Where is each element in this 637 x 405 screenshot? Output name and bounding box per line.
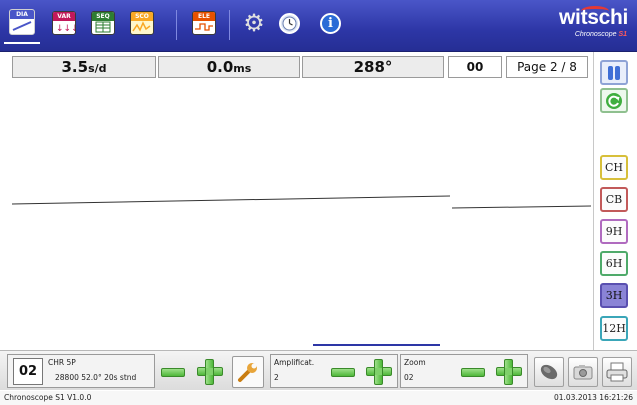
speaker-icon	[540, 364, 558, 380]
pause-icon	[608, 65, 620, 80]
beat-error-readout: 0.0ms	[158, 56, 300, 78]
beat-error-value: 0.0	[206, 58, 234, 76]
rate-value: 3.5	[61, 58, 89, 76]
trace-segment	[12, 195, 451, 205]
index-readout: 00	[448, 56, 502, 78]
beat-error-unit: ms	[233, 62, 252, 75]
minus-icon	[331, 367, 355, 377]
program-previous-button[interactable]	[160, 359, 186, 385]
refresh-icon	[606, 92, 622, 109]
page-indicator[interactable]: Page 2 / 8	[506, 56, 588, 78]
amplification-value: 2	[274, 373, 279, 382]
rate-readout: 3.5s/d	[12, 56, 156, 78]
zoom-value: 02	[404, 373, 414, 382]
sco-mode-button[interactable]: SCO	[130, 11, 154, 35]
program-number: 02	[13, 358, 43, 385]
program-next-button[interactable]	[197, 359, 223, 385]
variation-icon: ↓↓↓	[56, 24, 75, 33]
electronic-icon	[195, 23, 213, 31]
minus-icon	[461, 367, 485, 377]
restart-button[interactable]	[600, 88, 628, 113]
brand-sub-model: S1	[618, 31, 627, 38]
screenshot-button[interactable]	[568, 357, 598, 387]
seq-mode-button[interactable]: SEQ	[91, 11, 115, 35]
diagram-icon	[12, 21, 32, 31]
trace-segment	[451, 205, 591, 209]
dia-mode-button[interactable]: DIA	[9, 9, 35, 35]
amplitude-value: 288°	[353, 58, 393, 76]
microphone-button[interactable]	[534, 357, 564, 387]
brand-subtitle: Chronoscope S1	[559, 30, 627, 39]
program-name: CHR 5P	[48, 358, 76, 367]
plus-icon	[366, 359, 392, 385]
clock-icon[interactable]	[279, 13, 300, 34]
amplitude-readout: 288°	[302, 56, 444, 78]
position-cb-button[interactable]: CB	[600, 187, 628, 212]
wrench-icon	[238, 363, 257, 382]
zoom-in-button[interactable]	[496, 359, 522, 385]
logo-arc	[581, 6, 609, 16]
printer-icon	[606, 362, 628, 382]
position-12h-button[interactable]: 12H	[600, 316, 628, 341]
dia-label: DIA	[10, 10, 34, 19]
pause-button[interactable]	[600, 60, 628, 85]
sco-label: SCO	[131, 12, 153, 21]
amplification-increase-button[interactable]	[366, 359, 392, 385]
program-details: 28800 52.0° 20s stnd	[55, 373, 137, 382]
trace-chart	[12, 195, 591, 346]
svg-text:↓↓↓: ↓↓↓	[56, 24, 75, 33]
info-icon[interactable]: i	[320, 13, 341, 34]
amplification-label: Amplificat.	[274, 358, 315, 367]
zoom-label: Zoom	[404, 358, 426, 367]
sequence-table-icon	[95, 21, 111, 33]
position-sidebar: CH CB 9H 6H 3H 12H	[593, 52, 637, 350]
status-bar: Chronoscope S1 V1.0.0 01.03.2013 16:21:2…	[0, 391, 637, 405]
scope-wave-icon	[132, 21, 151, 32]
ele-label: ELE	[193, 12, 215, 21]
position-6h-button[interactable]: 6H	[600, 251, 628, 276]
active-mode-indicator	[4, 42, 40, 44]
position-9h-button[interactable]: 9H	[600, 219, 628, 244]
brand-sub-prefix: Chronoscope	[574, 31, 619, 38]
gear-icon[interactable]: ⚙	[242, 11, 266, 35]
toolbar-divider	[229, 10, 230, 40]
witschi-logo: witschi Chronoscope S1	[559, 6, 628, 46]
var-mode-button[interactable]: VAR ↓↓↓	[52, 11, 76, 35]
bottom-toolbar: 02 CHR 5P 28800 52.0° 20s stnd Amplifica…	[0, 350, 637, 390]
zoom-out-button[interactable]	[460, 359, 486, 385]
var-label: VAR	[53, 12, 75, 21]
toolbar-divider	[176, 10, 177, 40]
timestamp: 01.03.2013 16:21:26	[553, 393, 633, 402]
rate-unit: s/d	[88, 62, 107, 75]
position-3h-button[interactable]: 3H	[600, 283, 628, 308]
top-toolbar: DIA VAR ↓↓↓ SEQ SCO ELE ⚙	[0, 0, 637, 52]
clock-hands	[282, 16, 297, 31]
seq-label: SEQ	[92, 12, 114, 21]
position-ch-button[interactable]: CH	[600, 155, 628, 180]
ele-mode-button[interactable]: ELE	[192, 11, 216, 35]
camera-icon	[573, 365, 593, 380]
program-settings-button[interactable]	[232, 356, 264, 388]
amplification-decrease-button[interactable]	[330, 359, 356, 385]
print-button[interactable]	[602, 357, 632, 387]
app-version: Chronoscope S1 V1.0.0	[4, 393, 92, 402]
plus-icon	[197, 359, 223, 385]
plus-icon	[496, 359, 522, 385]
minus-icon	[161, 367, 185, 377]
